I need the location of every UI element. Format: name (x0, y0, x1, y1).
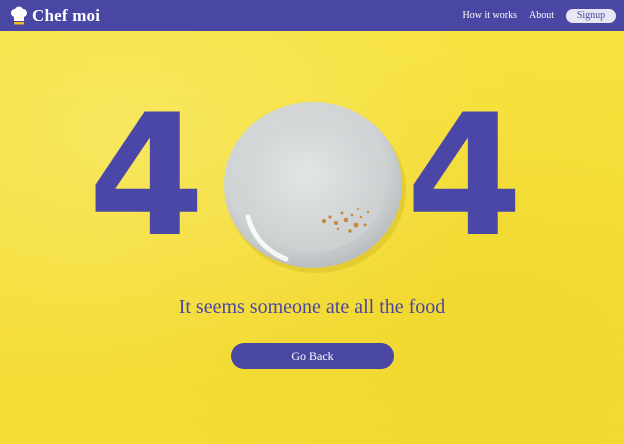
error-digit-right: 4 (406, 78, 523, 274)
brand-logo[interactable]: Chef moi (10, 6, 100, 26)
navbar: Chef moi How it works About Signup (0, 0, 624, 31)
go-back-button[interactable]: Go Back (231, 343, 394, 369)
empty-plate-image (224, 102, 406, 273)
chef-hat-icon (11, 6, 27, 24)
error-message: It seems someone ate all the food (178, 296, 446, 318)
nav-how-it-works-link[interactable]: How it works (463, 10, 517, 21)
brand-name: Chef moi (32, 5, 101, 25)
signup-button[interactable]: Signup (566, 8, 616, 23)
nav-links: How it works About Signup (463, 8, 616, 23)
error-digit-left: 4 (88, 78, 205, 274)
nav-about-link[interactable]: About (529, 10, 554, 21)
